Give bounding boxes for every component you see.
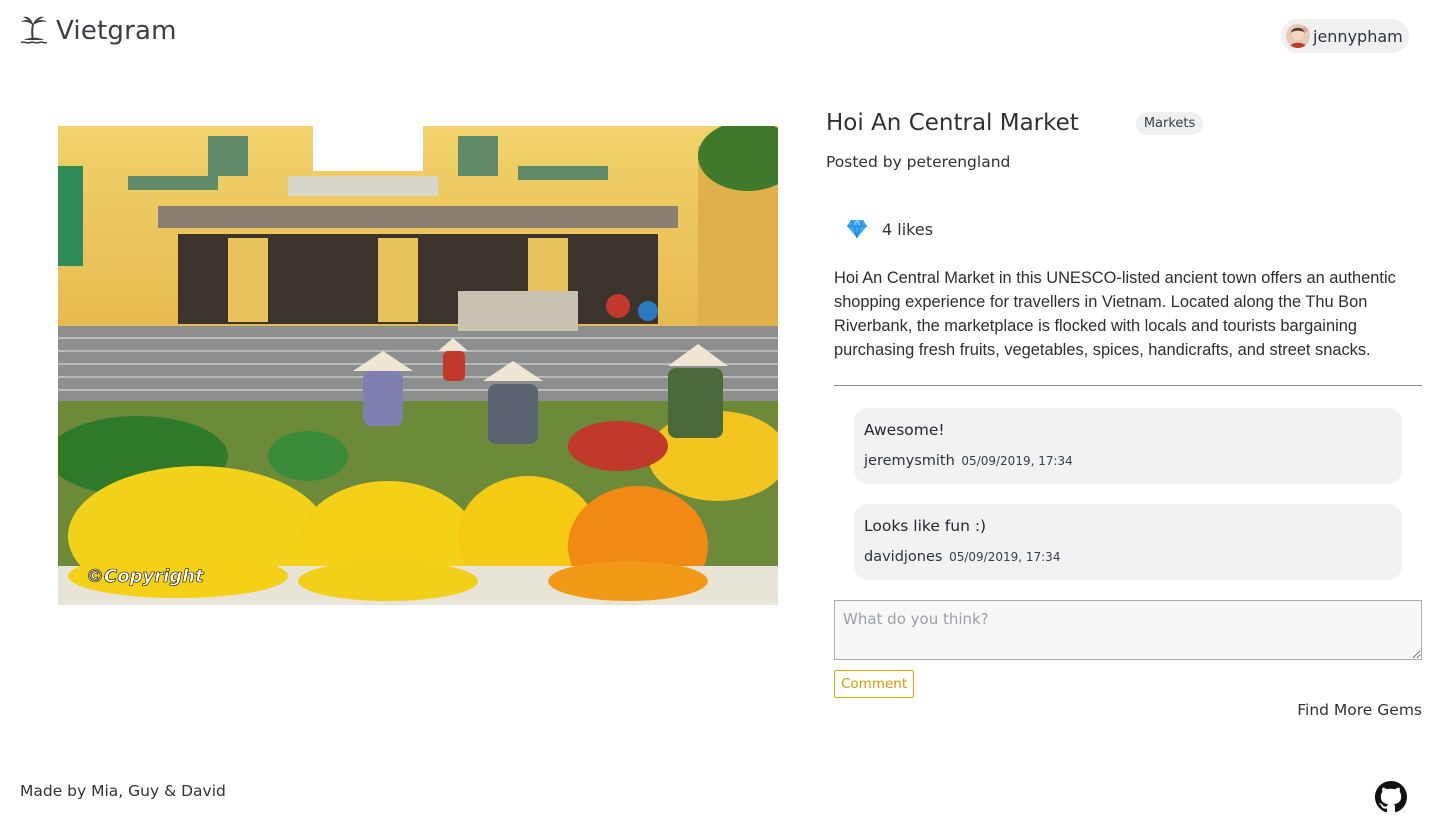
username: jennypham (1313, 26, 1403, 46)
user-avatar (1286, 24, 1310, 48)
palm-island-icon (20, 16, 48, 44)
github-icon (1375, 781, 1407, 813)
brand-name: Vietgram (56, 16, 177, 46)
find-more-gems-link[interactable]: Find More Gems (1297, 701, 1422, 719)
post-description: Hoi An Central Market in this UNESCO-lis… (834, 269, 1396, 359)
comment-button[interactable]: Comment (834, 670, 915, 698)
comment-input[interactable] (834, 600, 1422, 660)
post-image: ©Copyright (58, 126, 778, 605)
like-button[interactable]: 4 likes (846, 219, 933, 239)
comment-meta: jeremysmith 05/09/2019, 17:34 (864, 453, 1392, 469)
footer-credit: Made by Mia, Guy & David (20, 782, 226, 800)
divider (834, 385, 1422, 386)
posted-by: Posted by peterengland (826, 153, 1011, 171)
comment-card: Looks like fun :) davidjones 05/09/2019,… (854, 504, 1402, 580)
comment-text: Awesome! (864, 421, 945, 439)
brand-logo[interactable]: Vietgram (20, 16, 177, 46)
post-title: Hoi An Central Market (826, 110, 1079, 136)
comment-time: 05/09/2019, 17:34 (961, 454, 1073, 468)
post-title-row: Hoi An Central Market Markets (826, 110, 1204, 136)
comment-author: jeremysmith (864, 453, 955, 469)
image-watermark: ©Copyright (86, 566, 205, 587)
likes-count: 4 likes (882, 219, 934, 239)
comment-author: davidjones (864, 549, 943, 565)
comment-meta: davidjones 05/09/2019, 17:34 (864, 549, 1392, 565)
user-menu[interactable]: jennypham (1281, 19, 1409, 53)
comment-time: 05/09/2019, 17:34 (949, 550, 1061, 564)
comment-card: Awesome! jeremysmith 05/09/2019, 17:34 (854, 408, 1402, 484)
gem-icon (847, 219, 867, 239)
comment-text: Looks like fun :) (864, 517, 987, 535)
github-link[interactable] (1375, 781, 1407, 813)
category-tag[interactable]: Markets (1135, 111, 1204, 135)
